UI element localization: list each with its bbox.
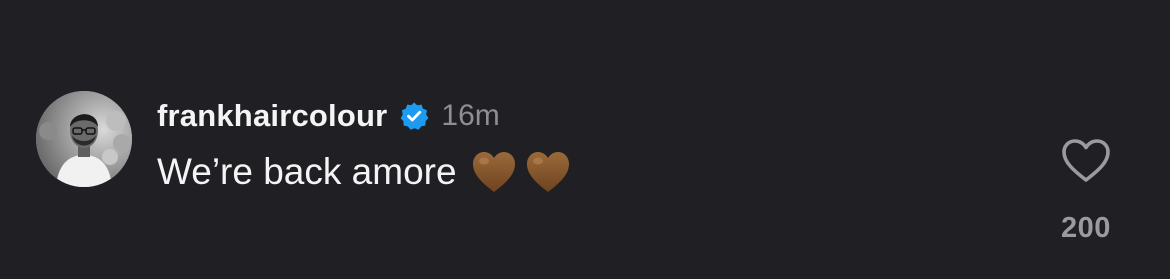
comment-row: frankhaircolour 16m We’re back amore 200 [0,0,1170,279]
verified-badge-icon [399,101,429,131]
emoji-group [471,150,571,194]
like-count: 200 [1061,212,1111,244]
comment-timestamp: 16m [441,99,500,132]
avatar[interactable] [36,91,132,187]
comment-text: We’re back amore [157,151,457,192]
like-button[interactable] [1060,137,1112,185]
heart-outline-icon [1060,137,1112,185]
username-link[interactable]: frankhaircolour [157,98,387,134]
brown-heart-icon [471,150,517,194]
brown-heart-icon [525,150,571,194]
comment-body: We’re back amore [157,146,571,198]
comment-header: frankhaircolour 16m [157,96,500,136]
